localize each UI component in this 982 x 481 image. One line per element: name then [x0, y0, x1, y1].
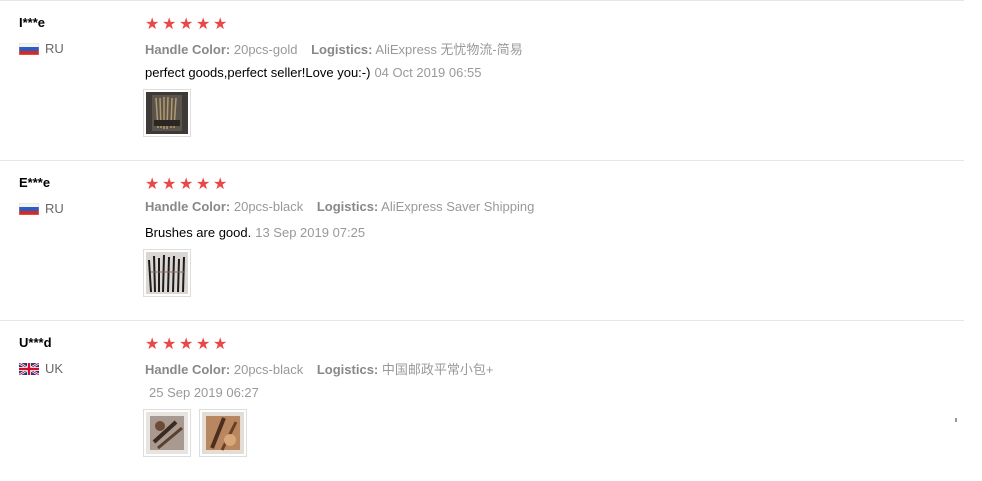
handle-color-label: Handle Color:: [145, 199, 231, 214]
review-item: U***d UK ★ ★ ★ ★ ★ Handle Color: 20pcs-black: [0, 321, 964, 481]
review-date: 13 Sep 2019 07:25: [255, 225, 366, 240]
review-photo-thumbnail[interactable]: [199, 409, 247, 457]
star-icon: ★: [145, 16, 160, 33]
star-icon: ★: [162, 176, 177, 193]
reviewer-country: RU: [18, 201, 64, 216]
review-date: 25 Sep 2019 06:27: [149, 385, 259, 400]
star-icon: ★: [145, 176, 160, 193]
scroll-indicator: [955, 418, 957, 422]
review-text-line: perfect goods,perfect seller!Love you:-)…: [145, 65, 481, 80]
star-rating: ★ ★ ★ ★ ★: [145, 336, 230, 353]
country-code: UK: [45, 361, 64, 376]
reviewer-country: RU: [18, 41, 64, 56]
star-icon: ★: [162, 336, 177, 353]
reviewer-name: U***d: [19, 335, 52, 350]
review-item: I***e RU ★ ★ ★ ★ ★ Handle Color: 20pcs-gold …: [0, 1, 964, 161]
star-icon: ★: [179, 16, 194, 33]
review-photo-thumbnail[interactable]: [143, 409, 191, 457]
brush-photo-black-set: [146, 252, 188, 294]
logistics-label: Logistics:: [311, 42, 373, 57]
country-code: RU: [45, 41, 64, 56]
brush-photo-closeup-2: [202, 412, 244, 454]
order-attributes: Handle Color: 20pcs-black Logistics: 中国邮…: [145, 359, 493, 378]
review-text: Brushes are good.: [145, 225, 252, 240]
logistics-value: AliExpress Saver Shipping: [381, 199, 535, 214]
logistics-value: AliExpress 无忧物流-简易: [375, 42, 523, 57]
star-icon: ★: [213, 16, 228, 33]
review-photo-thumbnail[interactable]: [143, 89, 191, 137]
review-date: 04 Oct 2019 06:55: [374, 65, 482, 80]
brush-photo-gold-set: [146, 92, 188, 134]
brush-photo-closeup-1: [146, 412, 188, 454]
review-photo-thumbnail[interactable]: [143, 249, 191, 297]
star-icon: ★: [196, 16, 211, 33]
logistics-label: Logistics:: [316, 362, 379, 377]
handle-color-label: Handle Color:: [145, 42, 231, 57]
reviewer-name: E***e: [19, 175, 51, 190]
star-icon: ★: [213, 336, 228, 353]
logistics-value: 中国邮政平常小包+: [381, 362, 494, 377]
order-attributes: Handle Color: 20pcs-gold Logistics: AliE…: [145, 39, 523, 58]
review-photos: [143, 409, 247, 457]
feedback-list: I***e RU ★ ★ ★ ★ ★ Handle Color: 20pcs-gold …: [0, 0, 982, 473]
star-icon: ★: [196, 176, 211, 193]
star-icon: ★: [196, 336, 211, 353]
review-text-line: Brushes are good. 13 Sep 2019 07:25: [145, 225, 365, 240]
star-icon: ★: [179, 336, 194, 353]
handle-color-value: 20pcs-black: [233, 362, 304, 377]
handle-color-value: 20pcs-gold: [233, 42, 298, 57]
russia-flag-icon: [18, 202, 40, 215]
star-icon: ★: [179, 176, 194, 193]
star-rating: ★ ★ ★ ★ ★: [145, 16, 230, 33]
logistics-label: Logistics:: [316, 199, 379, 214]
review-item: E***e RU ★ ★ ★ ★ ★ Handle Color: 20pcs-black…: [0, 161, 964, 321]
star-icon: ★: [145, 336, 160, 353]
handle-color-value: 20pcs-black: [233, 199, 304, 214]
star-icon: ★: [162, 16, 177, 33]
star-rating: ★ ★ ★ ★ ★: [145, 176, 230, 193]
uk-flag-icon: [18, 361, 40, 376]
star-icon: ★: [213, 176, 228, 193]
order-attributes: Handle Color: 20pcs-black Logistics: Ali…: [145, 199, 534, 214]
reviewer-name: I***e: [19, 15, 46, 30]
review-text: perfect goods,perfect seller!Love you:-): [145, 65, 371, 80]
handle-color-label: Handle Color:: [145, 362, 231, 377]
review-photos: [143, 89, 191, 137]
russia-flag-icon: [18, 42, 40, 55]
review-photos: [143, 249, 191, 297]
review-text-line: 25 Sep 2019 06:27: [145, 385, 259, 400]
reviewer-country: UK: [18, 361, 64, 376]
country-code: RU: [45, 201, 64, 216]
